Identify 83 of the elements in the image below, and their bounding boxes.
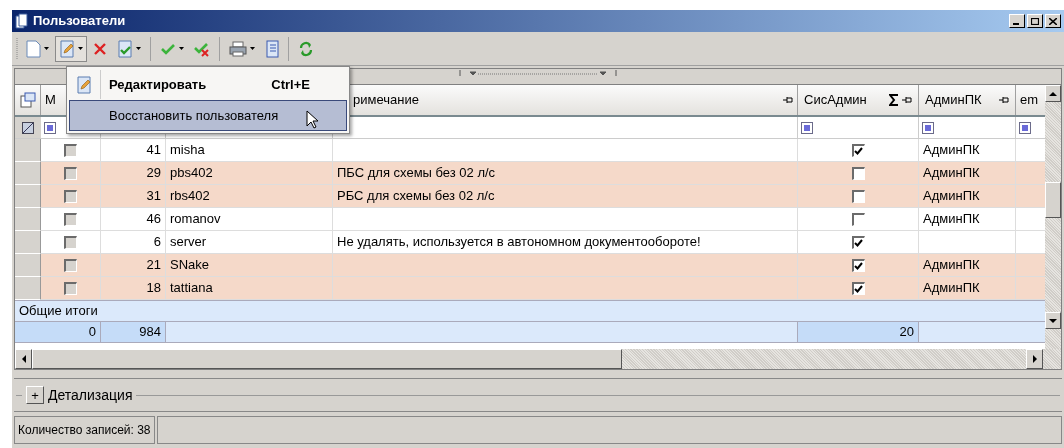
pin-icon — [999, 96, 1009, 104]
detail-panel-title: Детализация — [48, 385, 133, 405]
checkbox[interactable] — [64, 212, 77, 226]
sigma-icon — [889, 94, 899, 106]
maximize-button[interactable] — [1027, 14, 1043, 28]
pin-icon — [783, 96, 793, 104]
row-indicator[interactable] — [15, 254, 41, 277]
table-row[interactable]: 31 rbs402 РБС для схемы без 02 л/с АдминПК — [15, 185, 1045, 208]
scrollbar-thumb[interactable] — [1045, 182, 1061, 218]
horizontal-scrollbar[interactable] — [15, 349, 1061, 369]
refresh-icon — [298, 40, 314, 57]
checkbox[interactable] — [851, 189, 865, 203]
window-title: Пользователи — [33, 12, 126, 31]
scrollbar-thumb[interactable] — [32, 349, 622, 369]
totals-label: Общие итоги — [15, 300, 1045, 322]
filter-clear-icon — [22, 121, 34, 134]
grip-icon — [16, 37, 19, 60]
vertical-scrollbar[interactable] — [1045, 85, 1061, 349]
caret-icon — [136, 47, 141, 50]
checkbox[interactable] — [851, 235, 865, 249]
row-indicator[interactable] — [15, 162, 41, 185]
documents-icon — [15, 13, 29, 29]
close-button[interactable] — [1045, 14, 1061, 28]
table-row[interactable]: 29 pbs402 ПБС для схемы без 02 л/с АдминПК — [15, 162, 1045, 185]
column-header[interactable]: СисАдмин — [798, 85, 919, 115]
checkbox[interactable] — [64, 166, 77, 180]
record-count: Количество записей: 38 — [14, 416, 155, 444]
filter-icon — [801, 121, 813, 134]
document-icon — [25, 39, 41, 58]
caret-icon — [250, 47, 255, 50]
mouse-cursor-icon — [306, 110, 320, 130]
caret-icon — [179, 47, 184, 50]
table-row[interactable]: 41 misha АдминПК — [15, 139, 1045, 162]
table-row[interactable]: 21 SNake АдминПК — [15, 254, 1045, 277]
checkbox[interactable] — [851, 281, 865, 295]
edit-icon — [76, 75, 92, 94]
edit-button[interactable] — [55, 35, 87, 62]
menu-item-label: Редактировать — [109, 75, 208, 94]
right-arrow-icon — [1032, 355, 1037, 363]
filter-icon — [44, 121, 56, 134]
minimize-button[interactable] — [1009, 14, 1025, 28]
close-icon — [1049, 17, 1057, 25]
down-arrow-icon — [1049, 318, 1057, 323]
printer-icon — [229, 40, 247, 57]
caret-icon — [78, 47, 83, 50]
checkbox[interactable] — [64, 258, 77, 272]
table-cell: 20 — [798, 322, 919, 342]
row-indicator[interactable] — [15, 139, 41, 162]
shortcut-label: Ctrl+E — [271, 75, 310, 94]
table-cell: 0 — [15, 322, 101, 342]
row-indicator[interactable] — [15, 185, 41, 208]
filter-icon — [1019, 121, 1031, 134]
filter-icon — [922, 121, 934, 134]
checkmark-cross-icon — [194, 40, 210, 57]
columns-icon — [19, 92, 36, 108]
row-indicator[interactable] — [15, 277, 41, 300]
menu-item-label: Восстановить пользователя — [108, 106, 279, 125]
checkbox[interactable] — [851, 258, 865, 272]
checkbox[interactable] — [64, 189, 77, 203]
column-header[interactable]: АдминПК — [919, 85, 1016, 115]
table-row[interactable]: 46 romanov АдминПК — [15, 208, 1045, 231]
column-header[interactable]: em — [1016, 85, 1046, 115]
left-arrow-icon — [21, 355, 26, 363]
checkbox[interactable] — [851, 166, 865, 180]
row-indicator[interactable] — [15, 208, 41, 231]
table-row[interactable]: 18 tattiana АдминПК — [15, 277, 1045, 300]
checkbox[interactable] — [64, 281, 77, 295]
row-indicator[interactable] — [15, 231, 41, 254]
table-cell: 984 — [101, 322, 166, 342]
close-icon — [93, 41, 107, 56]
pin-icon — [902, 96, 912, 104]
menu-item[interactable]: Восстановить пользователя — [69, 100, 347, 131]
expand-button[interactable]: + — [26, 386, 44, 404]
checkbox[interactable] — [64, 235, 77, 249]
notebook-icon — [265, 39, 279, 58]
document-check-icon — [117, 39, 133, 58]
checkbox[interactable] — [64, 143, 77, 157]
up-arrow-icon — [1049, 91, 1057, 96]
maximize-icon — [1031, 17, 1039, 25]
edit-icon — [59, 39, 75, 58]
checkbox[interactable] — [851, 143, 865, 157]
table-row[interactable]: 6 server Не удалять, используется в автономном документообороте! — [15, 231, 1045, 254]
caret-icon — [44, 47, 49, 50]
